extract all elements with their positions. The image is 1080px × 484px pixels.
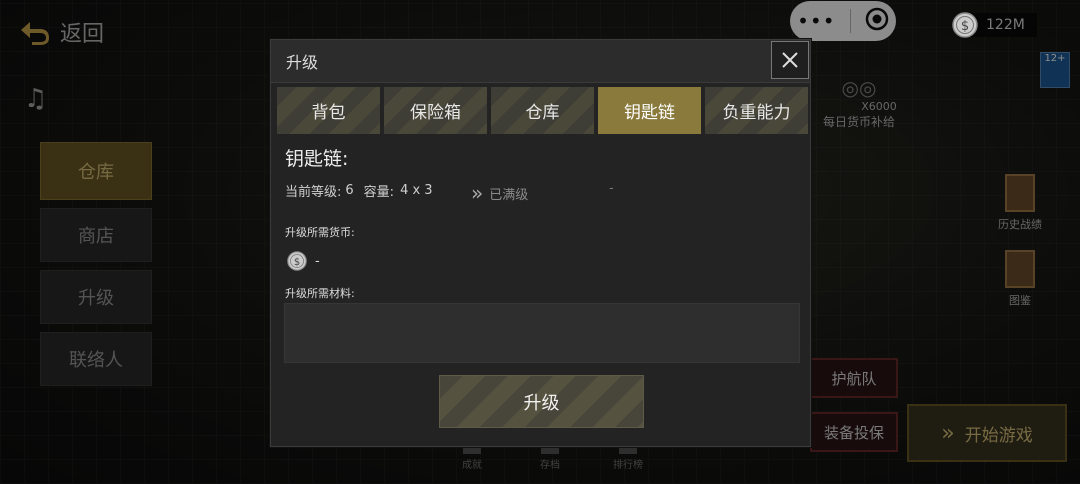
currency-required: $ - (287, 251, 320, 271)
dialog-header: 升级 (271, 40, 810, 83)
capacity-label: 容量: (363, 185, 395, 200)
tab-backpack[interactable]: 背包 (277, 87, 380, 134)
capacity-value: 4 x 3 (400, 183, 433, 198)
coin-icon: $ (287, 251, 307, 271)
upgrade-tabs: 背包 保险箱 仓库 钥匙链 负重能力 (277, 87, 808, 134)
close-button[interactable] (771, 41, 809, 79)
svg-text:$: $ (294, 257, 300, 268)
tab-label: 仓库 (525, 103, 560, 123)
section-title: 钥匙链: (285, 148, 349, 170)
level-info: 当前等级: 6 容量: 4 x 3 (285, 181, 433, 200)
currency-required-value: - (315, 253, 320, 269)
tab-warehouse[interactable]: 仓库 (491, 87, 594, 134)
tab-label: 保险箱 (410, 103, 461, 123)
level-value: 6 (345, 183, 354, 198)
upgrade-button[interactable]: 升级 (439, 375, 644, 428)
tab-keychain[interactable]: 钥匙链 (598, 87, 701, 134)
tab-label: 钥匙链 (624, 103, 675, 123)
tab-safebox[interactable]: 保险箱 (384, 87, 487, 134)
currency-required-label: 升级所需货币: (285, 226, 355, 239)
coin-icon: $ (952, 12, 978, 38)
tab-label: 负重能力 (722, 103, 791, 123)
tab-label: 背包 (311, 103, 346, 123)
upgrade-button-label: 升级 (523, 392, 560, 414)
maxed-label: 已满级 (489, 187, 529, 203)
materials-list (284, 303, 800, 363)
level-label: 当前等级: (285, 185, 342, 200)
dialog-title: 升级 (286, 53, 319, 72)
close-icon (782, 52, 798, 68)
materials-required-label: 升级所需材料: (285, 287, 355, 300)
upgrade-dialog: 升级 背包 保险箱 仓库 钥匙链 负重能力 钥匙链: 当前等级: 6 容量: 4… (270, 39, 811, 447)
next-level-value: - (609, 181, 614, 196)
max-level-indicator: » 已满级 (471, 181, 528, 205)
double-chevron-right-icon: » (471, 181, 484, 205)
svg-text:$: $ (961, 19, 969, 34)
tab-carry-capacity[interactable]: 负重能力 (705, 87, 808, 134)
